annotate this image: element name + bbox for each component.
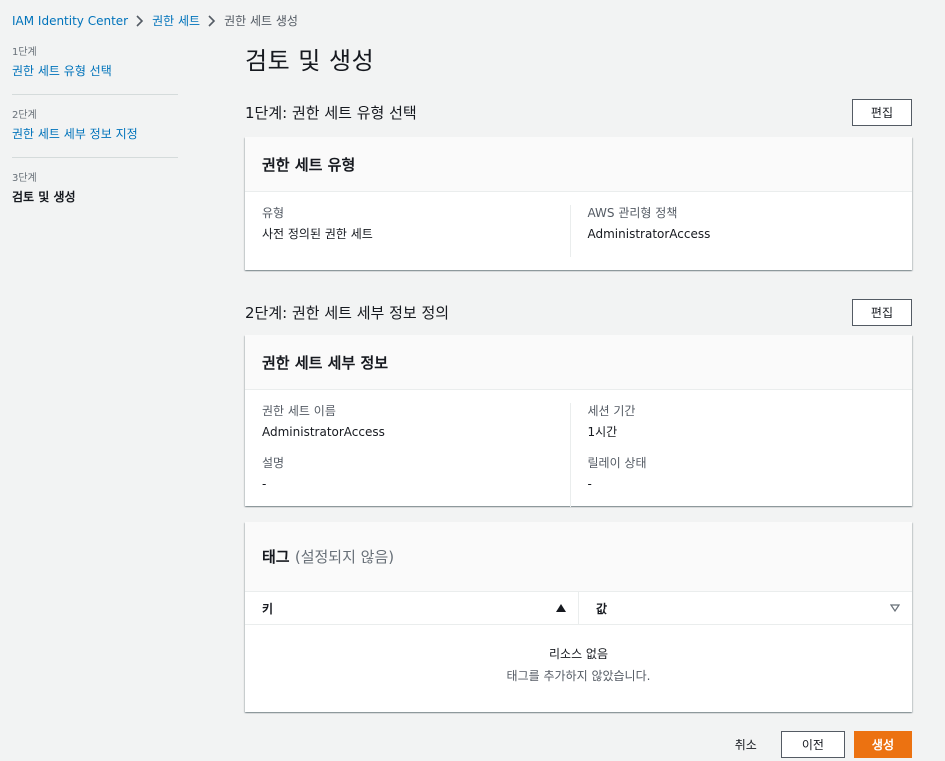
kv-grid: 권한 세트 이름 AdministratorAccess 설명 - 세션 기간 … xyxy=(245,390,912,507)
column-label: 값 xyxy=(596,601,608,616)
kv-label: 권한 세트 이름 xyxy=(262,404,336,418)
kv-type: 유형 사전 정의된 권한 세트 xyxy=(262,205,570,243)
section1-header: 1단계: 권한 세트 유형 선택 편집 xyxy=(245,98,912,126)
tags-title: 태그 xyxy=(262,548,290,566)
card-header: 태그 (설정되지 않음) xyxy=(245,522,912,592)
kv-grid: 유형 사전 정의된 권한 세트 AWS 관리형 정책 Administrator… xyxy=(245,192,912,257)
create-button[interactable]: 생성 xyxy=(853,731,912,758)
step-link-details[interactable]: 권한 세트 세부 정보 지정 xyxy=(12,125,178,143)
wizard-footer: 취소 이전 생성 xyxy=(735,731,912,758)
card-header: 권한 세트 세부 정보 xyxy=(245,335,912,390)
column-header-value[interactable]: 값 xyxy=(578,592,912,624)
wizard-steps: 1단계 권한 세트 유형 선택 2단계 권한 세트 세부 정보 지정 3단계 검… xyxy=(12,46,178,234)
kv-label: AWS 관리형 정책 xyxy=(587,206,678,220)
tags-card: 태그 (설정되지 않음) 키 값 리소스 없음 태그를 추가하지 않았습니다. xyxy=(245,522,912,712)
card-title: 권한 세트 세부 정보 xyxy=(262,353,389,372)
kv-permission-set-name: 권한 세트 이름 AdministratorAccess xyxy=(262,403,570,441)
kv-column: 유형 사전 정의된 권한 세트 xyxy=(262,205,570,257)
empty-description: 태그를 추가하지 않았습니다. xyxy=(506,669,651,683)
sort-descending-icon xyxy=(889,601,901,615)
wizard-step-2: 2단계 권한 세트 세부 정보 지정 xyxy=(12,109,178,158)
permission-set-type-card: 권한 세트 유형 유형 사전 정의된 권한 세트 AWS 관리형 정책 Admi… xyxy=(245,137,912,270)
card-title: 태그 (설정되지 않음) xyxy=(262,546,394,567)
kv-value: 1시간 xyxy=(587,425,618,439)
kv-value: - xyxy=(262,477,267,491)
wizard-step-3: 3단계 검토 및 생성 xyxy=(12,172,178,220)
card-header: 권한 세트 유형 xyxy=(245,137,912,192)
previous-button[interactable]: 이전 xyxy=(780,731,845,758)
step-number: 1단계 xyxy=(12,47,37,58)
kv-value: 사전 정의된 권한 세트 xyxy=(262,227,373,241)
permission-set-details-card: 권한 세트 세부 정보 권한 세트 이름 AdministratorAccess… xyxy=(245,335,912,507)
edit-step2-button[interactable]: 편집 xyxy=(851,298,912,326)
empty-title: 리소스 없음 xyxy=(548,647,608,661)
kv-session-duration: 세션 기간 1시간 xyxy=(588,403,896,441)
kv-description: 설명 - xyxy=(262,455,570,493)
column-label: 키 xyxy=(262,601,274,616)
cancel-button[interactable]: 취소 xyxy=(735,736,757,753)
step-number: 2단계 xyxy=(12,110,37,121)
section2-header: 2단계: 권한 세트 세부 정보 정의 편집 xyxy=(245,298,912,326)
edit-step1-button[interactable]: 편집 xyxy=(851,98,912,126)
step-link-select-type[interactable]: 권한 세트 유형 선택 xyxy=(12,62,178,80)
chevron-right-icon xyxy=(200,13,224,29)
section1-heading: 1단계: 권한 세트 유형 선택 xyxy=(245,103,417,122)
kv-column: 세션 기간 1시간 릴레이 상태 - xyxy=(569,403,896,507)
breadcrumb: IAM Identity Center 권한 세트 권한 세트 생성 xyxy=(12,12,298,29)
card-title: 권한 세트 유형 xyxy=(262,155,356,174)
empty-state: 리소스 없음 태그를 추가하지 않았습니다. xyxy=(245,625,912,685)
step-current-review: 검토 및 생성 xyxy=(12,190,76,204)
wizard-step-1: 1단계 권한 세트 유형 선택 xyxy=(12,46,178,95)
kv-label: 릴레이 상태 xyxy=(587,456,647,470)
kv-value: AdministratorAccess xyxy=(262,425,385,439)
kv-relay-state: 릴레이 상태 - xyxy=(588,455,896,493)
tags-table-header: 키 값 xyxy=(245,592,912,625)
breadcrumb-permission-sets[interactable]: 권한 세트 xyxy=(152,12,200,29)
chevron-right-icon xyxy=(128,13,152,29)
breadcrumb-current: 권한 세트 생성 xyxy=(224,14,298,28)
kv-label: 유형 xyxy=(262,206,285,220)
kv-label: 설명 xyxy=(262,456,285,470)
kv-value: - xyxy=(587,477,592,491)
kv-value: AdministratorAccess xyxy=(587,227,711,241)
sort-ascending-icon xyxy=(556,601,566,615)
kv-column: 권한 세트 이름 AdministratorAccess 설명 - xyxy=(262,403,570,507)
tags-subtitle: (설정되지 않음) xyxy=(294,548,395,566)
kv-label: 세션 기간 xyxy=(587,404,636,418)
kv-managed-policy: AWS 관리형 정책 AdministratorAccess xyxy=(588,205,896,243)
section2-heading: 2단계: 권한 세트 세부 정보 정의 xyxy=(245,303,450,322)
step-number: 3단계 xyxy=(12,173,37,184)
kv-column: AWS 관리형 정책 AdministratorAccess xyxy=(569,205,896,257)
main-content: 검토 및 생성 1단계: 권한 세트 유형 선택 편집 권한 세트 유형 유형 … xyxy=(245,44,912,712)
column-header-key[interactable]: 키 xyxy=(245,592,578,624)
breadcrumb-iam-identity-center[interactable]: IAM Identity Center xyxy=(12,14,128,28)
page-title: 검토 및 생성 xyxy=(245,47,375,75)
